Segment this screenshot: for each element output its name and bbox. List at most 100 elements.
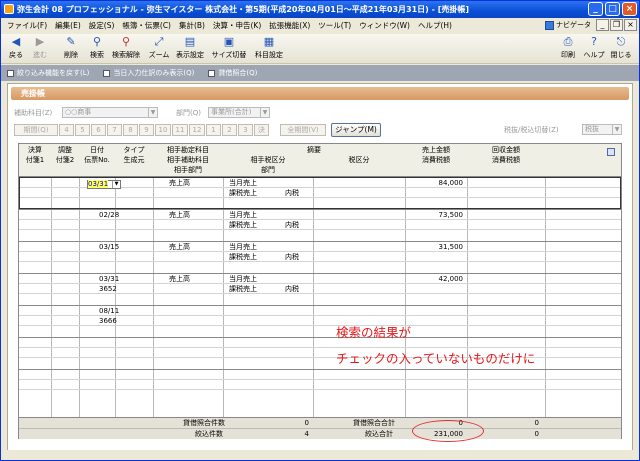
tax-mode-select[interactable]: 税抜 ▼ [582, 124, 622, 135]
menu-help[interactable]: ヘルプ(H) [414, 19, 456, 32]
close-ledger-button[interactable]: ⎋ 閉じる [607, 36, 635, 62]
header-dept2: 部門 [261, 166, 275, 174]
month-9-button[interactable]: 9 [139, 124, 154, 136]
tax-class-cell[interactable]: 内税 [285, 188, 299, 198]
memo-cell[interactable]: 当月売上 [229, 178, 257, 188]
sales-amount-cell[interactable]: 42,000 [405, 274, 464, 284]
date-cell[interactable]: 02/28 [99, 210, 119, 220]
other-tax-class-cell[interactable]: 課税売上 [229, 188, 257, 198]
filter-sum-label: 絞込合計 [365, 430, 393, 438]
other-tax-class-cell[interactable]: 課税売上 [229, 284, 257, 294]
column-settings-icon[interactable] [607, 148, 615, 156]
month-1-button[interactable]: 1 [206, 124, 221, 136]
jump-button[interactable]: ジャンプ(M) [331, 123, 381, 137]
zoom-button[interactable]: ⤢ ズーム [147, 36, 171, 62]
zoom-icon: ⤢ [154, 35, 164, 48]
month-4-button[interactable]: 4 [59, 124, 74, 136]
help-button[interactable]: ? ヘルプ [583, 36, 605, 62]
date-cell[interactable]: 03/15 [99, 242, 119, 252]
header-type: タイプ [123, 146, 145, 154]
header-sales: 売上金額 [422, 146, 450, 154]
child-minimize-button[interactable]: _ [596, 19, 609, 31]
sub-account-select[interactable]: ○○商事 ▼ [62, 107, 158, 118]
header-collection: 回収金額 [492, 146, 520, 154]
print-button[interactable]: ⎙ 印刷 [557, 36, 579, 62]
minimize-button[interactable]: _ [588, 2, 603, 16]
search-button[interactable]: ⚲ 検索 [85, 36, 109, 62]
child-close-button[interactable]: × [624, 19, 637, 31]
menu-window[interactable]: ウィンドウ(W) [355, 19, 414, 32]
close-button[interactable]: × [622, 2, 637, 16]
account-cell[interactable]: 売上高 [169, 210, 190, 220]
today-entries-button[interactable]: 当日入力仕訳のみ表示(Q) [103, 68, 194, 78]
navigator-icon [545, 20, 554, 30]
memo-cell[interactable]: 当月売上 [229, 210, 257, 220]
menu-closing[interactable]: 決算・申告(K) [209, 19, 265, 32]
table-header: 決算 付箋1 調整 付箋2 日付 伝票No. タイプ 生成元 相手勘定科目 相手… [19, 144, 621, 177]
month-8-button[interactable]: 8 [123, 124, 138, 136]
account-cell[interactable]: 売上高 [169, 242, 190, 252]
menu-edit[interactable]: 編集(E) [51, 19, 85, 32]
annotation-line-2: チェックの入っていないものだけに [336, 351, 536, 366]
memo-cell[interactable]: 当月売上 [229, 242, 257, 252]
window-title: 弥生会計 08 プロフェッショナル - 弥生マイスター 株式会社・第5期(平成2… [17, 5, 470, 14]
account-cell[interactable]: 売上高 [169, 274, 190, 284]
header-fusen1: 付箋1 [25, 156, 45, 164]
month-11-button[interactable]: 11 [172, 124, 188, 136]
search-clear-button[interactable]: ⚲ 検索解除 [109, 36, 143, 62]
child-restore-button[interactable]: ❐ [610, 19, 623, 31]
date-cell[interactable]: 03/31 [99, 274, 119, 284]
sales-amount-cell[interactable]: 84,000 [405, 178, 464, 188]
month-closing-button[interactable]: 決 [254, 124, 269, 136]
balance-count-value: 0 [304, 419, 309, 427]
restore-filter-icon [7, 69, 14, 77]
sales-amount-cell[interactable]: 31,500 [405, 242, 464, 252]
restore-filter-button[interactable]: 絞り込み機能を戻す(L) [7, 68, 89, 78]
back-button[interactable]: ◀ 戻る [5, 36, 27, 62]
tax-class-cell[interactable]: 内税 [285, 252, 299, 262]
header-fusen2: 付箋2 [55, 156, 75, 164]
date-cell[interactable]: 08/11 [99, 306, 119, 316]
menu-file[interactable]: ファイル(F) [3, 19, 51, 32]
month-7-button[interactable]: 7 [107, 124, 122, 136]
header-adjust: 調整 [58, 146, 72, 154]
header-other-tax-class: 相手税区分 [250, 156, 286, 164]
tax-class-cell[interactable]: 内税 [285, 284, 299, 294]
account-settings-button[interactable]: ▦ 科目設定 [251, 36, 287, 62]
menu-tools[interactable]: ツール(T) [314, 19, 355, 32]
delete-icon: ✎ [66, 35, 76, 48]
all-period-button[interactable]: 全期間(V) [280, 124, 326, 136]
menu-books[interactable]: 帳簿・伝票(C) [118, 19, 175, 32]
memo-cell[interactable]: 当月売上 [229, 274, 257, 284]
header-tax-class: 税区分 [348, 156, 370, 164]
menu-settings[interactable]: 設定(S) [85, 19, 119, 32]
month-3-button[interactable]: 3 [238, 124, 253, 136]
size-toggle-button[interactable]: ▣ サイズ切替 [209, 36, 249, 62]
menu-extensions[interactable]: 拡張機能(X) [265, 19, 314, 32]
month-2-button[interactable]: 2 [222, 124, 237, 136]
account-cell[interactable]: 売上高 [169, 178, 190, 188]
navigator-button[interactable]: ナビゲータ [545, 19, 591, 31]
date-input[interactable]: 03/31 ▼ [87, 180, 121, 189]
month-10-button[interactable]: 10 [155, 124, 171, 136]
department-select[interactable]: 事業所(合計) ▼ [208, 107, 270, 118]
month-12-button[interactable]: 12 [189, 124, 205, 136]
chevron-down-icon: ▼ [112, 181, 120, 188]
forward-button[interactable]: ▶ 進む [29, 36, 51, 62]
ledger-table: 決算 付箋1 調整 付箋2 日付 伝票No. タイプ 生成元 相手勘定科目 相手… [18, 143, 622, 439]
tax-class-cell[interactable]: 内税 [285, 220, 299, 230]
other-tax-class-cell[interactable]: 課税売上 [229, 220, 257, 230]
voucher-cell[interactable]: 3652 [99, 284, 117, 294]
menu-summary[interactable]: 集計(B) [175, 19, 209, 32]
period-button[interactable]: 期間(Q) [14, 124, 58, 136]
display-settings-button[interactable]: ▤ 表示設定 [173, 36, 207, 62]
voucher-cell[interactable]: 3666 [99, 316, 117, 326]
other-tax-class-cell[interactable]: 課税売上 [229, 252, 257, 262]
sales-amount-cell[interactable]: 73,500 [405, 210, 464, 220]
toolbar: ◀ 戻る ▶ 進む ✎ 削除 ⚲ 検索 ⚲ 検索解除 ⤢ ズーム ▤ 表示設定 ▣ サイズ切替 … [1, 34, 639, 64]
maximize-button[interactable]: □ [605, 2, 620, 16]
month-5-button[interactable]: 5 [75, 124, 90, 136]
balance-check-button[interactable]: 貸借照合(Q) [208, 68, 257, 78]
delete-button[interactable]: ✎ 削除 [59, 36, 83, 62]
month-6-button[interactable]: 6 [91, 124, 106, 136]
